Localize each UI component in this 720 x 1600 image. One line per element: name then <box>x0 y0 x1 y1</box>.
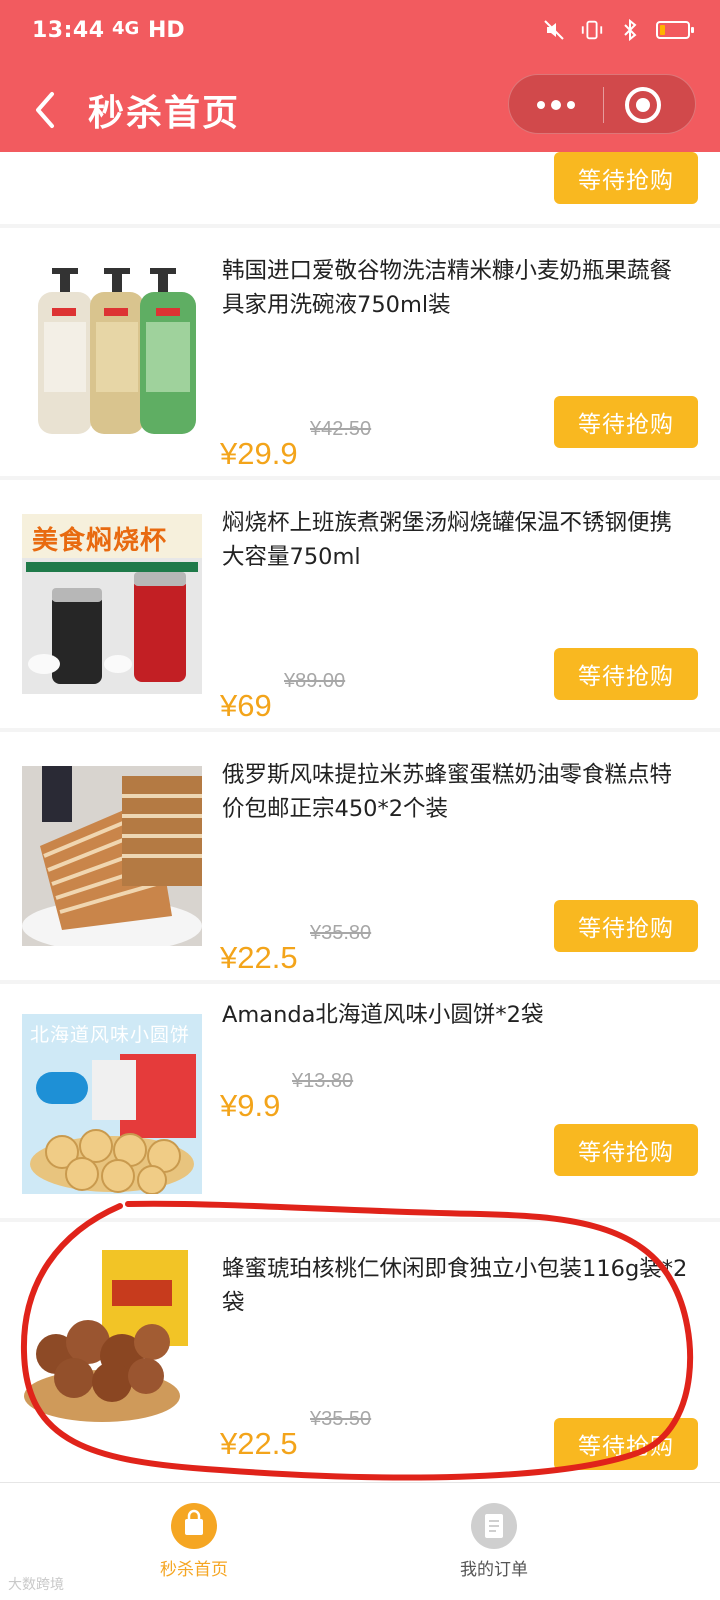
mute-icon <box>542 18 566 42</box>
product-name[interactable]: 韩国进口爱敬谷物洗洁精米糠小麦奶瓶果蔬餐具家用洗碗液750ml装 <box>222 254 692 322</box>
nav-bar: 秒杀首页 <box>0 68 720 152</box>
tab-label: 秒杀首页 <box>160 1560 228 1580</box>
status-time: 13:44 <box>32 18 105 43</box>
close-mini-program-icon[interactable] <box>625 87 661 123</box>
wait-to-buy-button[interactable]: 等待抢购 <box>554 900 698 952</box>
product-image <box>22 262 202 442</box>
product-card[interactable]: 等待抢购 <box>0 152 720 224</box>
product-name[interactable]: Amanda北海道风味小圆饼*2袋 <box>222 998 692 1032</box>
vibrate-icon <box>580 18 604 42</box>
battery-icon <box>656 21 694 39</box>
product-card[interactable]: 蜂蜜琥珀核桃仁休闲即食独立小包装116g装*2袋 ¥22.5 ¥35.50 等待… <box>0 1222 720 1482</box>
original-price: ¥35.80 <box>310 922 372 944</box>
product-price: ¥22.5 <box>220 940 298 975</box>
product-image <box>22 766 202 946</box>
product-card[interactable]: 美食焖烧杯 焖烧杯上班族煮粥堡汤焖烧罐保温不锈钢便携大容量750ml ¥69 ¥… <box>0 480 720 728</box>
product-list[interactable]: 等待抢购 韩国进口爱敬谷物洗洁精米糠小麦奶瓶果蔬餐具家用洗碗液750ml装 ¥2… <box>0 152 720 1482</box>
product-banner-text: 北海道风味小圆饼 <box>30 1024 191 1046</box>
tab-seckill-home[interactable]: 秒杀首页 <box>104 1493 284 1593</box>
more-icon[interactable] <box>509 75 603 135</box>
mini-program-capsule <box>508 74 696 134</box>
tab-my-orders[interactable]: 我的订单 <box>404 1493 584 1593</box>
product-image: 北海道风味小圆饼 <box>22 1014 202 1194</box>
wait-to-buy-button[interactable]: 等待抢购 <box>554 1418 698 1470</box>
watermark: 大数跨境 <box>8 1577 64 1593</box>
back-icon[interactable] <box>26 88 66 132</box>
original-price: ¥42.50 <box>310 418 372 440</box>
network-indicator: 4G <box>112 18 140 39</box>
original-price: ¥89.00 <box>284 670 346 692</box>
product-banner-text: 美食焖烧杯 <box>32 526 168 556</box>
tab-bar: 秒杀首页 我的订单 大数跨境 <box>0 1482 720 1600</box>
original-price: ¥13.80 <box>292 1070 354 1092</box>
order-list-icon <box>471 1503 517 1549</box>
product-card[interactable]: 北海道风味小圆饼 Amanda北海道风味小圆饼*2袋 ¥9.9 ¥13.80 等… <box>0 984 720 1218</box>
wait-to-buy-button[interactable]: 等待抢购 <box>554 648 698 700</box>
product-price: ¥69 <box>220 688 272 723</box>
page-title: 秒杀首页 <box>88 93 241 134</box>
product-price: ¥29.9 <box>220 436 298 471</box>
status-bar: 13:44 4G HD <box>0 0 720 68</box>
wait-to-buy-button[interactable]: 等待抢购 <box>554 152 698 204</box>
tab-label: 我的订单 <box>460 1560 528 1580</box>
product-name[interactable]: 俄罗斯风味提拉米苏蜂蜜蛋糕奶油零食糕点特价包邮正宗450*2个装 <box>222 758 692 826</box>
product-card[interactable]: 俄罗斯风味提拉米苏蜂蜜蛋糕奶油零食糕点特价包邮正宗450*2个装 ¥22.5 ¥… <box>0 732 720 980</box>
product-image <box>22 1246 202 1426</box>
shopping-bag-icon <box>171 1503 217 1549</box>
product-price: ¥22.5 <box>220 1426 298 1461</box>
wait-to-buy-button[interactable]: 等待抢购 <box>554 396 698 448</box>
product-image: 美食焖烧杯 <box>22 514 202 694</box>
product-name[interactable]: 焖烧杯上班族煮粥堡汤焖烧罐保温不锈钢便携大容量750ml <box>222 506 692 574</box>
product-card[interactable]: 韩国进口爱敬谷物洗洁精米糠小麦奶瓶果蔬餐具家用洗碗液750ml装 ¥29.9 ¥… <box>0 228 720 476</box>
hd-indicator: HD <box>148 18 185 43</box>
product-price: ¥9.9 <box>220 1088 281 1123</box>
capsule-divider <box>603 87 604 123</box>
bluetooth-icon <box>618 18 642 42</box>
original-price: ¥35.50 <box>310 1408 372 1430</box>
product-name[interactable]: 蜂蜜琥珀核桃仁休闲即食独立小包装116g装*2袋 <box>222 1252 692 1320</box>
wait-to-buy-button[interactable]: 等待抢购 <box>554 1124 698 1176</box>
